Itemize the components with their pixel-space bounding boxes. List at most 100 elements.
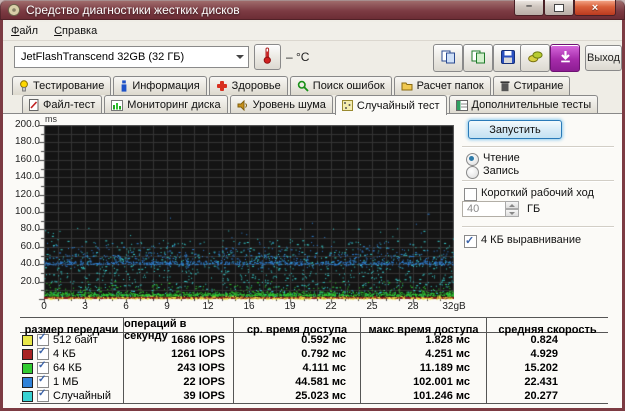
maximize-button[interactable] bbox=[544, 0, 574, 16]
series-checkbox[interactable] bbox=[37, 348, 49, 360]
iops-value: 1686 IOPS bbox=[123, 333, 233, 347]
write-radio[interactable] bbox=[466, 166, 479, 179]
exit-button[interactable]: Выход bbox=[585, 45, 622, 71]
tab-information[interactable]: Информация bbox=[113, 76, 206, 95]
window-controls: – × bbox=[514, 0, 616, 16]
tab-label: Файл-тест bbox=[43, 99, 95, 111]
table-header-row: размер передачи операций в секунду ср. в… bbox=[20, 317, 608, 333]
series-checkbox[interactable] bbox=[37, 390, 49, 402]
separator bbox=[462, 146, 614, 147]
app-window: Средство диагностики жестких дисков – × … bbox=[0, 0, 625, 411]
max-access: 11.189 мс bbox=[360, 361, 486, 375]
bar-chart-icon bbox=[111, 100, 123, 111]
series-color-swatch bbox=[22, 363, 33, 374]
temperature-button[interactable] bbox=[254, 44, 281, 70]
tab-label: Поиск ошибок bbox=[313, 80, 385, 92]
save-button[interactable] bbox=[493, 44, 523, 72]
tab-testing[interactable]: Тестирование bbox=[12, 76, 111, 95]
info-icon bbox=[120, 80, 128, 92]
read-radio[interactable] bbox=[466, 153, 479, 166]
x-axis-tick-label: 16 bbox=[243, 301, 254, 312]
short-stroke-label: Короткий рабочий ход bbox=[481, 187, 594, 199]
close-icon: × bbox=[592, 2, 598, 14]
table-row: 4 КБ 1261 IOPS 0.792 мс 4.251 мс 4.929 bbox=[20, 347, 608, 361]
separator bbox=[462, 180, 614, 181]
drive-select[interactable]: JetFlashTranscend 32GB (32 ГБ) bbox=[14, 46, 249, 68]
x-axis-tick-label: 0 bbox=[41, 301, 47, 312]
trash-icon bbox=[500, 80, 510, 92]
align-4k-checkbox[interactable] bbox=[464, 235, 477, 248]
y-axis-tick-label: 120.0 bbox=[4, 189, 40, 200]
tab-label: Дополнительные тесты bbox=[472, 99, 592, 111]
short-stroke-checkbox[interactable] bbox=[464, 188, 477, 201]
x-axis-tick-label: 9 bbox=[164, 301, 170, 312]
tab-file-test[interactable]: Файл-тест bbox=[22, 95, 102, 114]
results-table: размер передачи операций в секунду ср. в… bbox=[20, 317, 608, 404]
series-label: Случайный bbox=[53, 390, 111, 402]
x-axis-tick-label: 6 bbox=[123, 301, 129, 312]
x-axis-tick-label: 3 bbox=[82, 301, 88, 312]
series-checkbox[interactable] bbox=[37, 334, 49, 346]
folder-icon bbox=[401, 81, 413, 91]
app-icon bbox=[7, 3, 21, 17]
start-test-button[interactable]: Запустить bbox=[468, 120, 562, 139]
copy-blue-icon bbox=[441, 50, 456, 67]
series-color-swatch bbox=[22, 377, 33, 388]
tab-strip-row1: Тестирование Информация Здоровье Поиск о… bbox=[12, 76, 570, 95]
tab-noise-level[interactable]: Уровень шума bbox=[230, 95, 333, 114]
size-unit-label: ГБ bbox=[527, 203, 540, 215]
tab-label: Случайный тест bbox=[357, 100, 440, 112]
iops-value: 1261 IOPS bbox=[123, 347, 233, 361]
y-axis-tick-label: 60.0 bbox=[4, 241, 40, 252]
tab-erase[interactable]: Стирание bbox=[493, 76, 571, 95]
menu-help[interactable]: Справка bbox=[46, 23, 105, 39]
series-label: 512 байт bbox=[53, 334, 98, 346]
file-pen-icon bbox=[29, 99, 39, 111]
stepper-up-icon[interactable] bbox=[505, 201, 519, 209]
y-axis-tick-label: 140.0 bbox=[4, 171, 40, 182]
minimize-button[interactable]: – bbox=[514, 0, 544, 16]
menu-file[interactable]: Файл bbox=[3, 23, 46, 39]
drive-select-value: JetFlashTranscend 32GB (32 ГБ) bbox=[15, 51, 232, 63]
x-axis-tick-label: 12 bbox=[202, 301, 213, 312]
tab-health[interactable]: Здоровье bbox=[209, 76, 288, 95]
y-axis-tick-label: 160.0 bbox=[4, 154, 40, 165]
avg-speed: 4.929 bbox=[486, 347, 608, 361]
tab-label: Здоровье bbox=[232, 80, 281, 92]
window-titlebar[interactable]: Средство диагностики жестких дисков – × bbox=[0, 0, 625, 20]
maximize-icon bbox=[554, 4, 564, 12]
tab-random-test[interactable]: Случайный тест bbox=[335, 95, 447, 115]
thermometer-icon bbox=[263, 47, 272, 67]
window-title: Средство диагностики жестких дисков bbox=[26, 3, 240, 17]
tab-disk-monitor[interactable]: Мониторинг диска bbox=[104, 95, 227, 114]
series-checkbox[interactable] bbox=[37, 362, 49, 374]
series-checkbox[interactable] bbox=[37, 376, 49, 388]
series-color-swatch bbox=[22, 349, 33, 360]
copy-green-button[interactable] bbox=[463, 44, 493, 72]
tab-additional-tests[interactable]: Дополнительные тесты bbox=[449, 95, 599, 114]
close-button[interactable]: × bbox=[574, 0, 616, 16]
series-label: 64 КБ bbox=[53, 362, 82, 374]
max-access: 1.828 мс bbox=[360, 333, 486, 347]
iops-value: 39 IOPS bbox=[123, 389, 233, 403]
avg-access: 0.792 мс bbox=[233, 347, 360, 361]
tab-error-scan[interactable]: Поиск ошибок bbox=[290, 76, 392, 95]
size-stepper[interactable] bbox=[505, 201, 519, 217]
series-color-swatch bbox=[22, 391, 33, 402]
copy-green-icon bbox=[471, 50, 486, 67]
tab-folder-size[interactable]: Расчет папок bbox=[394, 76, 491, 95]
size-input[interactable]: 40 bbox=[462, 201, 506, 217]
table-grid-icon bbox=[456, 100, 468, 111]
avg-speed: 15.202 bbox=[486, 361, 608, 375]
download-button[interactable] bbox=[550, 44, 580, 72]
series-label: 4 КБ bbox=[53, 348, 76, 360]
download-arrow-icon bbox=[559, 50, 572, 66]
tab-strip-row2: Файл-тест Мониторинг диска Уровень шума … bbox=[22, 95, 598, 114]
separator bbox=[462, 226, 614, 227]
menu-bar: Файл Справка bbox=[3, 22, 622, 41]
export-button[interactable] bbox=[520, 44, 550, 72]
avg-access: 0.592 мс bbox=[233, 333, 360, 347]
stepper-down-icon[interactable] bbox=[505, 209, 519, 217]
copy-report-button[interactable] bbox=[433, 44, 463, 72]
x-axis-tick-label: 32gB bbox=[442, 301, 465, 312]
